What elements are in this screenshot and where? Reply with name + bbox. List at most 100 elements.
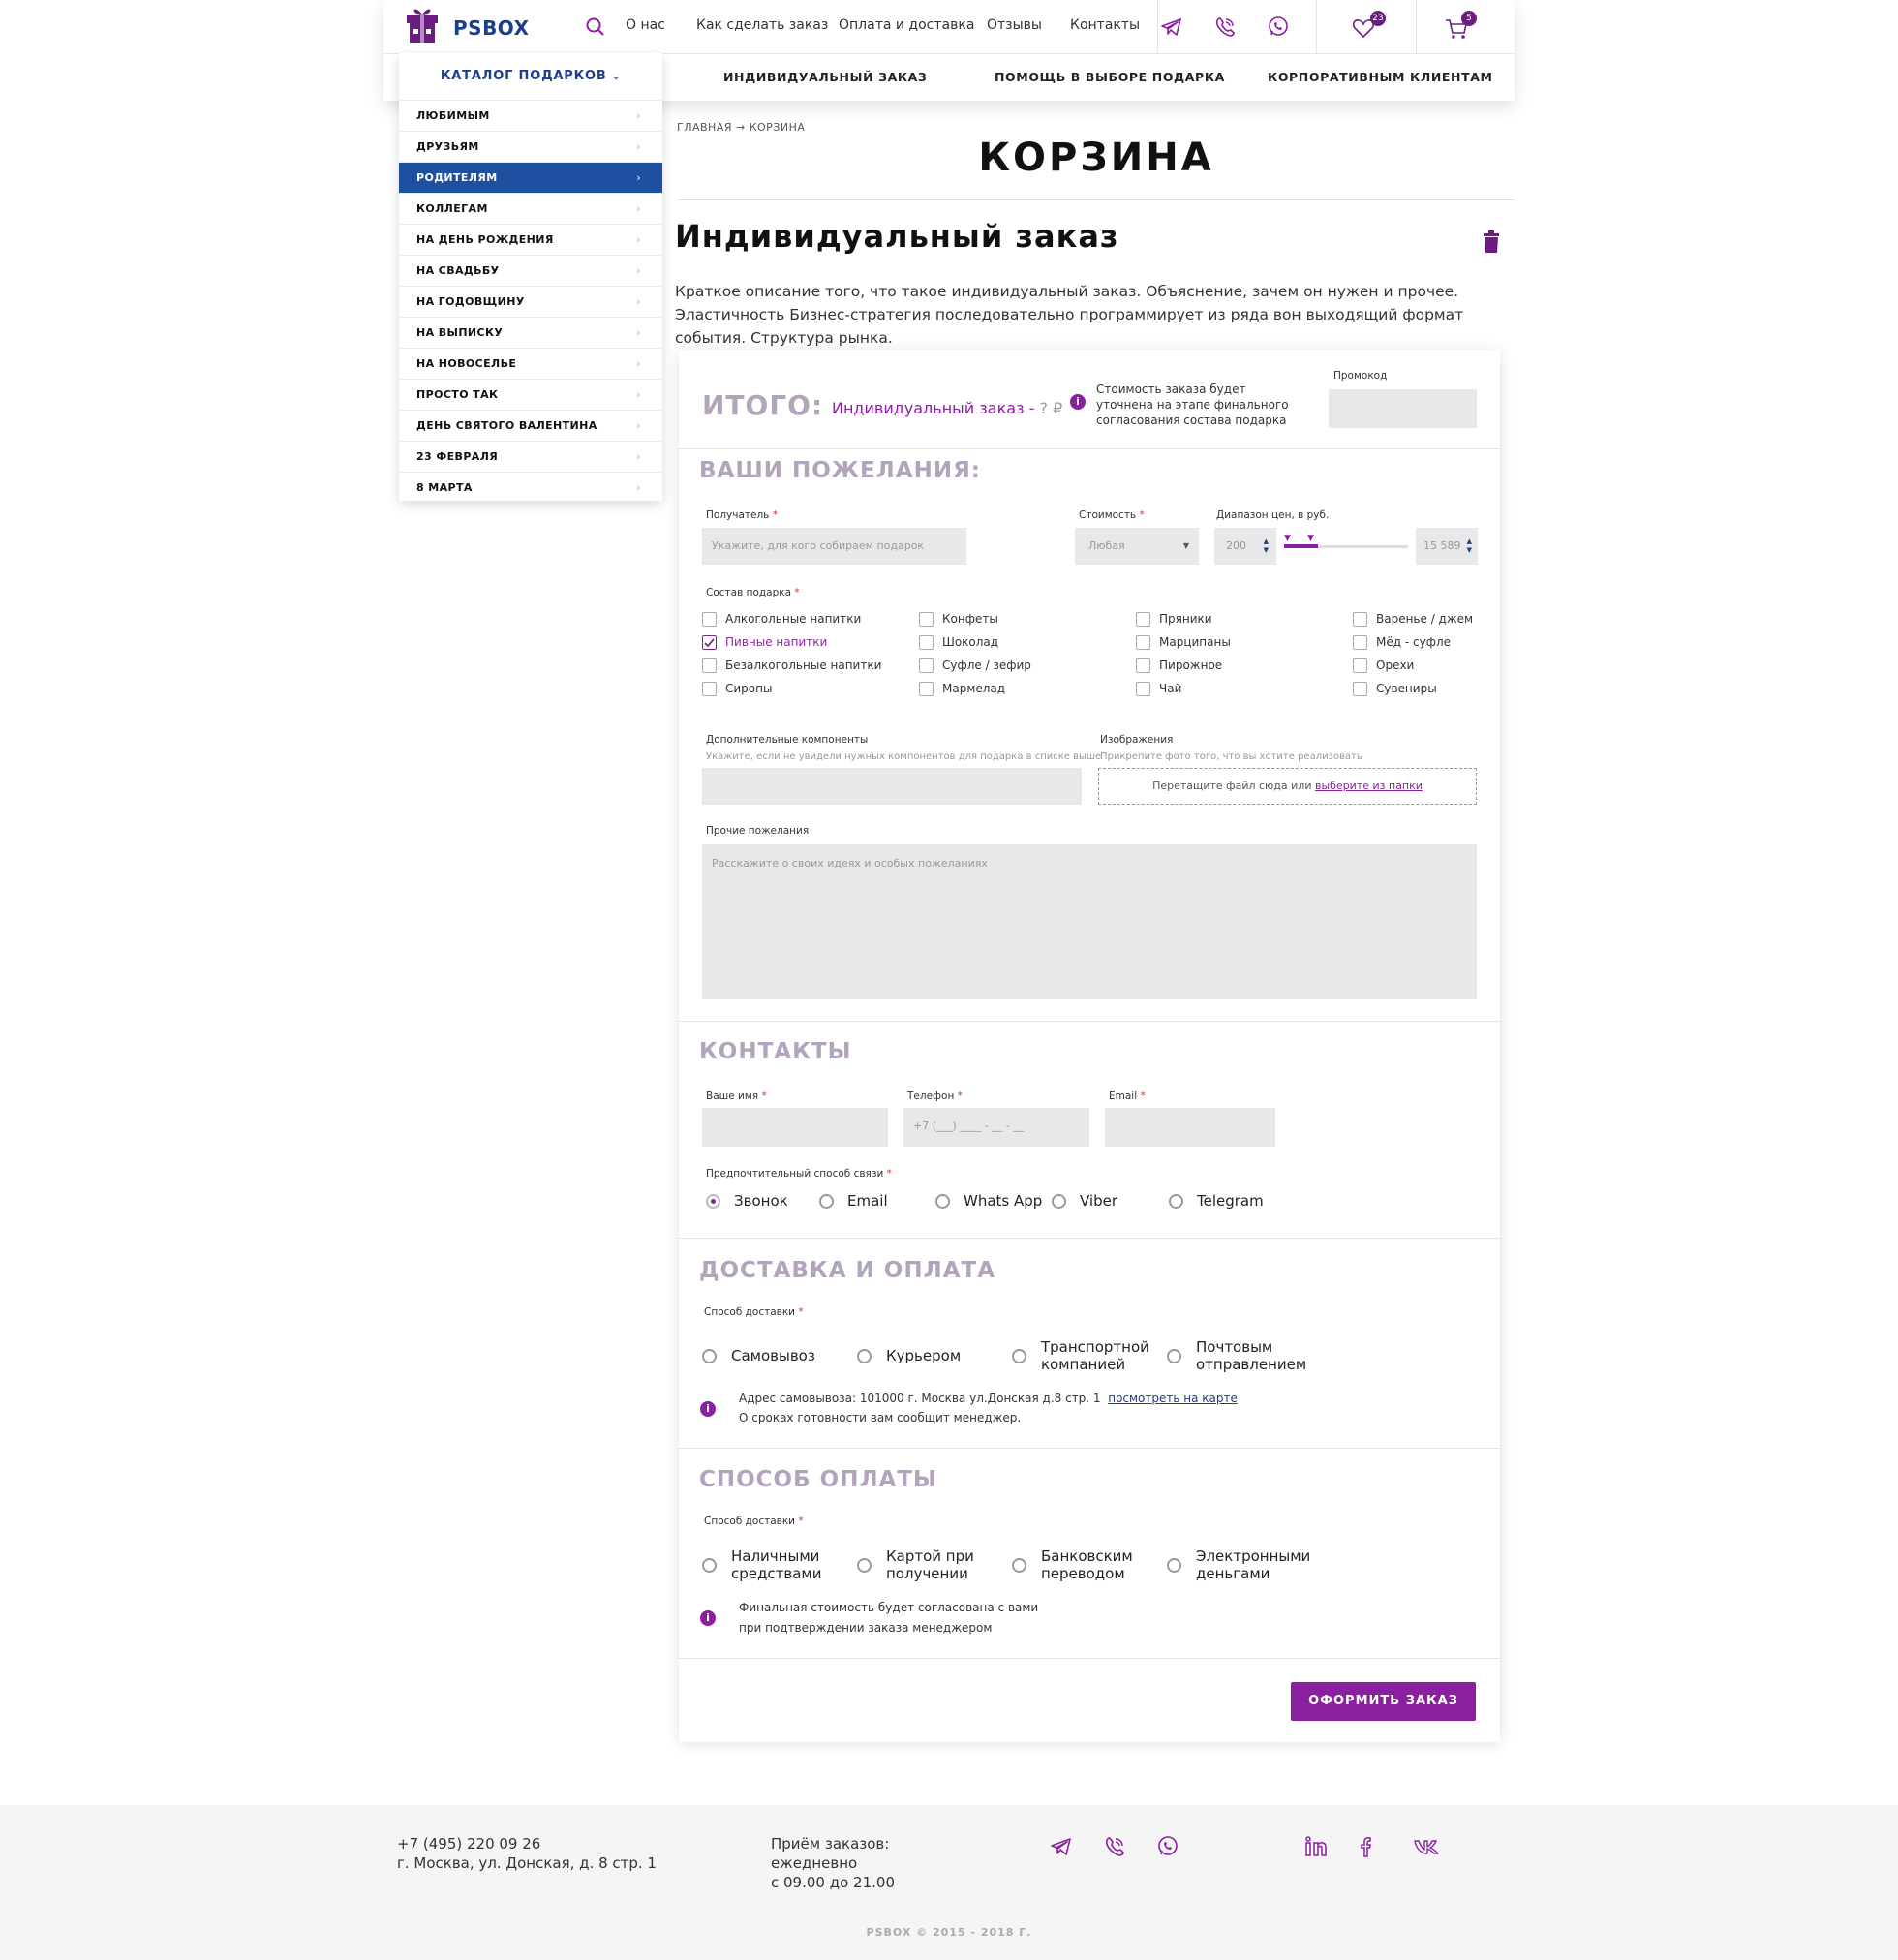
other-wishes-textarea[interactable]: Расскажите о своих идеях и особых пожела…: [702, 844, 1477, 999]
phone-label: Телефон *: [907, 1090, 963, 1102]
catalog-item[interactable]: ДРУЗЬЯМ ›: [399, 131, 662, 162]
linkedin-icon[interactable]: [1303, 1834, 1329, 1859]
radio-button[interactable]: [706, 1194, 720, 1209]
catalog-item[interactable]: ПРОСТО ТАК ›: [399, 379, 662, 410]
checkbox[interactable]: [919, 612, 934, 627]
catalog-item[interactable]: ДЕНЬ СВЯТОГО ВАЛЕНТИНА ›: [399, 410, 662, 441]
vk-icon[interactable]: [1413, 1834, 1442, 1859]
file-dropzone[interactable]: Перетащите файл сюда или выберите из пап…: [1098, 768, 1477, 805]
checkbox[interactable]: [1353, 635, 1367, 650]
checkbox-label: Марципаны: [1159, 635, 1231, 649]
choose-file-link[interactable]: выберите из папки: [1315, 780, 1423, 792]
catalog-toggle[interactable]: КАТАЛОГ ПОДАРКОВ ⌄: [399, 53, 662, 100]
radio-button[interactable]: [857, 1558, 872, 1573]
radio-button[interactable]: [1052, 1194, 1066, 1209]
range-min-input[interactable]: 200 ▲ ▼: [1214, 528, 1276, 565]
subnav-corporate[interactable]: КОРПОРАТИВНЫМ КЛИЕНТАМ: [1268, 70, 1493, 84]
subnav-gift-help[interactable]: ПОМОЩЬ В ВЫБОРЕ ПОДАРКА: [995, 70, 1225, 84]
radio-button[interactable]: [1012, 1349, 1026, 1363]
map-link[interactable]: посмотреть на карте: [1108, 1392, 1238, 1405]
nav-payment-delivery[interactable]: Оплата и доставка: [839, 17, 974, 33]
radio-button[interactable]: [1012, 1558, 1026, 1573]
catalog-item[interactable]: НА ВЫПИСКУ ›: [399, 317, 662, 348]
price-range-slider[interactable]: ▼ ▼: [1284, 534, 1408, 548]
radio-button[interactable]: [857, 1349, 872, 1363]
catalog-item[interactable]: 23 ФЕВРАЛЯ ›: [399, 441, 662, 472]
trash-icon[interactable]: [1482, 230, 1501, 254]
checkbox[interactable]: [702, 682, 717, 696]
viber-icon[interactable]: [1102, 1834, 1127, 1859]
range-handle-max[interactable]: ▼: [1307, 534, 1314, 543]
whatsapp-icon[interactable]: [1266, 15, 1291, 40]
checkbox[interactable]: [1353, 612, 1367, 627]
checkbox[interactable]: [702, 635, 717, 650]
radio-label: компанией: [1041, 1356, 1126, 1373]
catalog-item[interactable]: НА ГОДОВЩИНУ ›: [399, 286, 662, 317]
breadcrumb: ГЛАВНАЯ → КОРЗИНА: [677, 121, 805, 134]
stepper-icon[interactable]: ▲ ▼: [1264, 528, 1269, 555]
page-title: КОРЗИНА: [978, 136, 1214, 180]
checkbox[interactable]: [919, 635, 934, 650]
radio-button[interactable]: [819, 1194, 834, 1209]
viber-icon[interactable]: [1212, 15, 1238, 40]
gift-logo-icon[interactable]: [405, 6, 440, 45]
checkbox[interactable]: [919, 682, 934, 696]
telegram-icon[interactable]: [1159, 15, 1184, 40]
checkbox-label: Варенье / джем: [1376, 612, 1474, 626]
whatsapp-icon[interactable]: [1155, 1834, 1180, 1859]
catalog-item[interactable]: 8 МАРТА ›: [399, 472, 662, 503]
nav-about[interactable]: О нас: [626, 17, 665, 33]
order-description: Краткое описание того, что такое индивид…: [675, 283, 1464, 347]
catalog-item[interactable]: ЛЮБИМЫМ ›: [399, 100, 662, 131]
checkbox[interactable]: [1353, 682, 1367, 696]
checkbox[interactable]: [919, 658, 934, 673]
catalog-item[interactable]: РОДИТЕЛЯМ ›: [399, 162, 662, 193]
subnav-individual-order[interactable]: ИНДИВИДУАЛЬНЫЙ ЗАКАЗ: [723, 70, 927, 84]
checkbox[interactable]: [702, 658, 717, 673]
footer-phone[interactable]: +7 (495) 220 09 26: [397, 1834, 540, 1853]
facebook-icon[interactable]: [1354, 1834, 1379, 1859]
radio-button[interactable]: [1169, 1194, 1183, 1209]
extra-components-input[interactable]: [702, 768, 1082, 805]
phone-input[interactable]: +7 (___) ____ - __ - __: [903, 1108, 1089, 1147]
chevron-right-icon: ›: [636, 202, 641, 215]
chevron-right-icon: ›: [636, 388, 641, 401]
recipient-input[interactable]: Укажите, для кого собираем подарок: [702, 528, 966, 565]
email-input[interactable]: [1105, 1108, 1275, 1147]
checkbox[interactable]: [702, 612, 717, 627]
checkbox[interactable]: [1136, 682, 1150, 696]
name-input[interactable]: [702, 1108, 888, 1147]
promo-input[interactable]: [1329, 389, 1477, 428]
chevron-right-icon: ›: [636, 357, 641, 370]
checkbox[interactable]: [1136, 612, 1150, 627]
stepper-icon[interactable]: ▲ ▼: [1467, 528, 1472, 555]
checkbox[interactable]: [1136, 635, 1150, 650]
checkbox-label: Орехи: [1376, 658, 1415, 672]
catalog-item[interactable]: КОЛЛЕГАМ ›: [399, 193, 662, 224]
radio-button[interactable]: [702, 1349, 717, 1363]
radio-button[interactable]: [935, 1194, 950, 1209]
logo-text[interactable]: PSBOX: [453, 16, 530, 40]
range-max-input[interactable]: 15 589 ▲ ▼: [1416, 528, 1478, 565]
nav-reviews[interactable]: Отзывы: [987, 17, 1042, 33]
range-handle-min[interactable]: ▼: [1284, 534, 1291, 543]
radio-button[interactable]: [702, 1558, 717, 1573]
radio-label: переводом: [1041, 1565, 1125, 1582]
radio-label: Электронными: [1196, 1547, 1311, 1565]
nav-how-to-order[interactable]: Как сделать заказ: [696, 17, 828, 33]
checkbox[interactable]: [1136, 658, 1150, 673]
readiness-note: О сроках готовности вам сообщит менеджер…: [739, 1411, 1022, 1424]
radio-button[interactable]: [1167, 1349, 1181, 1363]
cost-select[interactable]: Любая ▼: [1075, 528, 1199, 565]
checkbox[interactable]: [1353, 658, 1367, 673]
catalog-item[interactable]: НА НОВОСЕЛЬЕ ›: [399, 348, 662, 379]
submit-order-button[interactable]: ОФОРМИТЬ ЗАКАЗ: [1291, 1682, 1476, 1721]
radio-button[interactable]: [1167, 1558, 1181, 1573]
breadcrumb-home[interactable]: ГЛАВНАЯ: [677, 121, 732, 134]
range-label: Диапазон цен, в руб.: [1216, 509, 1330, 521]
catalog-item[interactable]: НА ДЕНЬ РОЖДЕНИЯ ›: [399, 224, 662, 255]
telegram-icon[interactable]: [1049, 1834, 1074, 1859]
nav-contacts[interactable]: Контакты: [1070, 17, 1140, 33]
catalog-item[interactable]: НА СВАДЬБУ ›: [399, 255, 662, 286]
search-icon[interactable]: [583, 15, 608, 40]
